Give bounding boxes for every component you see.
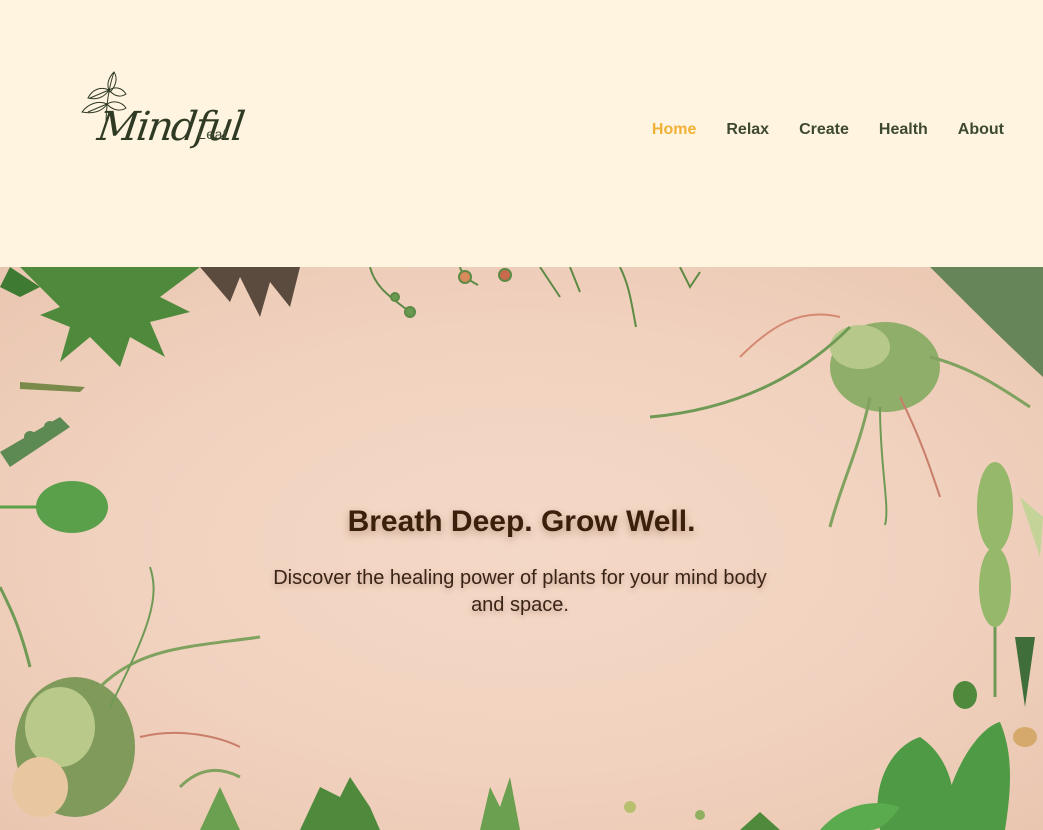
bottom-sprigs — [200, 777, 780, 830]
air-plant-bottom-left — [0, 566, 261, 817]
hero-section: Breath Deep. Grow Well. Discover the hea… — [0, 267, 1043, 830]
brand-logo[interactable]: Mindful Leaf — [76, 68, 246, 170]
hero-title: Breath Deep. Grow Well. — [347, 505, 696, 538]
main-nav: Home Relax Create Health About — [652, 121, 1004, 139]
nav-item-about[interactable]: About — [958, 121, 1004, 139]
dark-leaf-cluster — [200, 267, 300, 317]
maple-leaf-top-left — [0, 267, 200, 367]
nav-item-relax[interactable]: Relax — [726, 121, 769, 139]
brand-wordmark-small: Leaf — [198, 126, 228, 142]
left-sprigs — [0, 382, 85, 467]
nav-item-health[interactable]: Health — [879, 121, 928, 139]
nav-item-home[interactable]: Home — [652, 121, 696, 139]
site-header: Mindful Leaf Home Relax Create Health Ab… — [0, 0, 1043, 267]
nav-item-create[interactable]: Create — [799, 121, 849, 139]
small-sprigs-top — [369, 267, 701, 328]
leaves-bottom-right — [820, 722, 1010, 830]
air-plant-top-right — [649, 313, 1031, 528]
hero-subtitle: Discover the healing power of plants for… — [273, 567, 767, 616]
botanical-border-image — [0, 267, 1043, 830]
herb-sprig-right — [977, 462, 1043, 697]
